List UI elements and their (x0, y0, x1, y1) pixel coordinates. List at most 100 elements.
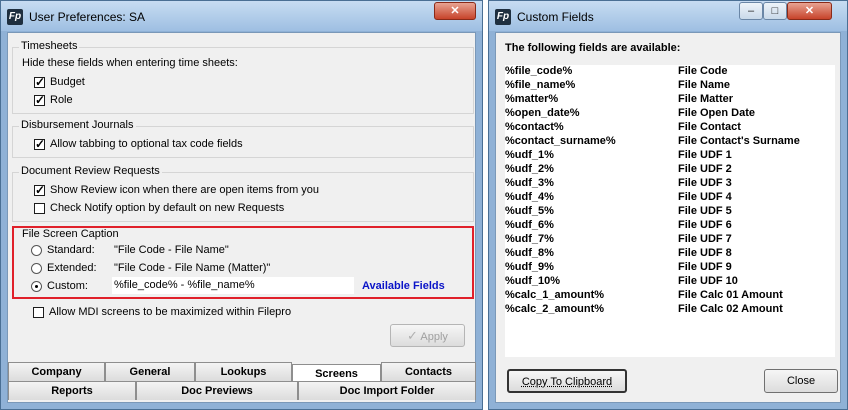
standard-radio[interactable] (31, 245, 42, 256)
apply-button[interactable]: ✓ Apply (390, 324, 465, 347)
list-item[interactable]: %matter% File Matter (505, 93, 835, 107)
list-item[interactable]: %contact% File Contact (505, 121, 835, 135)
role-checkbox[interactable] (34, 93, 45, 107)
doc-review-group-label: Document Review Requests (19, 165, 162, 177)
list-item[interactable]: %file_name% File Name (505, 79, 835, 93)
field-description: File Open Date (678, 107, 756, 119)
custom-caption-input[interactable]: %file_code% - %file_name% (112, 277, 354, 294)
field-code: %matter% (505, 93, 559, 105)
field-code: %calc_2_amount% (505, 303, 605, 315)
check-notify-label: Check Notify option by default on new Re… (50, 202, 285, 214)
field-description: File UDF 2 (678, 163, 732, 175)
tab-doc-previews[interactable]: Doc Previews (136, 381, 298, 400)
field-description: File Calc 02 Amount (678, 303, 783, 315)
field-description: File Contact (678, 121, 741, 133)
field-code: %udf_7% (505, 233, 554, 245)
field-description: File Contact's Surname (678, 135, 800, 147)
title-bar[interactable]: Fp User Preferences: SA ✕ (1, 1, 482, 31)
window-title: User Preferences: SA (29, 10, 146, 24)
list-item[interactable]: %udf_10% File UDF 10 (505, 275, 835, 289)
list-item[interactable]: %udf_5% File UDF 5 (505, 205, 835, 219)
disbursement-group-label: Disbursement Journals (19, 119, 136, 131)
tab-contacts[interactable]: Contacts (381, 362, 476, 381)
budget-checkbox[interactable] (34, 75, 45, 89)
field-code: %udf_3% (505, 177, 554, 189)
standard-label: Standard: (47, 244, 95, 256)
list-item[interactable]: %calc_1_amount% File Calc 01 Amount (505, 289, 835, 303)
field-code: %contact_surname% (505, 135, 616, 147)
allow-tabbing-checkbox[interactable] (34, 137, 45, 151)
tab-general[interactable]: General (105, 362, 195, 381)
list-item[interactable]: %file_code% File Code (505, 65, 835, 79)
standard-value: "File Code - File Name" (114, 244, 229, 256)
custom-fields-window: Fp Custom Fields – □ ✕ The following fie… (488, 0, 848, 410)
list-item[interactable]: %calc_2_amount% File Calc 02 Amount (505, 303, 835, 317)
list-item[interactable]: %udf_7% File UDF 7 (505, 233, 835, 247)
maximize-button[interactable]: □ (763, 2, 787, 20)
copy-label: Copy To Clipboard (521, 376, 613, 388)
field-description: File UDF 6 (678, 219, 732, 231)
field-description: File UDF 5 (678, 205, 732, 217)
close-window-button[interactable]: ✕ (434, 2, 476, 20)
role-label: Role (50, 94, 73, 106)
close-icon: ✕ (450, 5, 460, 17)
field-description: File UDF 1 (678, 149, 732, 161)
list-item[interactable]: %open_date% File Open Date (505, 107, 835, 121)
custom-fields-client-area: The following fields are available: %fil… (495, 32, 841, 403)
tab-lookups[interactable]: Lookups (195, 362, 292, 381)
allow-mdi-checkbox[interactable] (33, 307, 44, 318)
doc-review-group: Document Review Requests Show Review ico… (12, 165, 474, 222)
field-description: File Matter (678, 93, 734, 105)
list-item[interactable]: %udf_6% File UDF 6 (505, 219, 835, 233)
check-notify-checkbox[interactable] (34, 203, 45, 214)
hide-fields-label: Hide these fields when entering time she… (22, 57, 238, 69)
minimize-icon: – (747, 5, 755, 17)
field-code: %file_name% (505, 79, 576, 91)
extended-radio[interactable] (31, 263, 42, 274)
window-title: Custom Fields (517, 10, 594, 24)
field-description: File UDF 10 (678, 275, 738, 287)
user-preferences-window: Fp User Preferences: SA ✕ Timesheets Hid… (0, 0, 483, 410)
close-label: Close (786, 375, 816, 387)
tab-reports[interactable]: Reports (8, 381, 136, 400)
close-button[interactable]: Close (764, 369, 838, 393)
close-window-button[interactable]: ✕ (787, 2, 832, 20)
field-description: File UDF 8 (678, 247, 732, 259)
preferences-client-area: Timesheets Hide these fields when enteri… (7, 32, 476, 403)
list-item[interactable]: %udf_2% File UDF 2 (505, 163, 835, 177)
apply-label: Apply (420, 331, 448, 343)
field-code: %udf_5% (505, 205, 554, 217)
field-description: File UDF 4 (678, 191, 732, 203)
field-code: %udf_2% (505, 163, 554, 175)
field-code: %udf_8% (505, 247, 554, 259)
field-description: File Code (678, 65, 728, 77)
list-item[interactable]: %udf_8% File UDF 8 (505, 247, 835, 261)
list-item[interactable]: %udf_3% File UDF 3 (505, 177, 835, 191)
list-item[interactable]: %udf_1% File UDF 1 (505, 149, 835, 163)
copy-to-clipboard-button[interactable]: Copy To Clipboard (507, 369, 627, 393)
tab-company[interactable]: Company (8, 362, 105, 381)
custom-label: Custom: (47, 280, 88, 292)
list-item[interactable]: %udf_4% File UDF 4 (505, 191, 835, 205)
filepro-app-icon: Fp (7, 9, 23, 25)
budget-label: Budget (50, 76, 85, 88)
allow-tabbing-label: Allow tabbing to optional tax code field… (50, 138, 243, 150)
close-icon: ✕ (804, 5, 815, 17)
field-description: File Calc 01 Amount (678, 289, 783, 301)
field-description: File Name (678, 79, 730, 91)
minimize-button[interactable]: – (739, 2, 763, 20)
field-code: %calc_1_amount% (505, 289, 605, 301)
title-bar[interactable]: Fp Custom Fields – □ ✕ (489, 1, 847, 31)
fields-intro-label: The following fields are available: (505, 42, 681, 54)
available-fields-link[interactable]: Available Fields (362, 280, 445, 292)
list-item[interactable]: %contact_surname% File Contact's Surname (505, 135, 835, 149)
extended-value: "File Code - File Name (Matter)" (114, 262, 271, 274)
disbursement-group: Disbursement Journals Allow tabbing to o… (12, 119, 474, 158)
list-item[interactable]: %udf_9% File UDF 9 (505, 261, 835, 275)
tab-doc-import-folder[interactable]: Doc Import Folder (298, 381, 476, 400)
field-code: %udf_9% (505, 261, 554, 273)
field-code: %udf_4% (505, 191, 554, 203)
check-icon: ✓ (407, 328, 418, 343)
custom-radio[interactable] (31, 281, 42, 292)
show-review-icon-checkbox[interactable] (34, 183, 45, 197)
